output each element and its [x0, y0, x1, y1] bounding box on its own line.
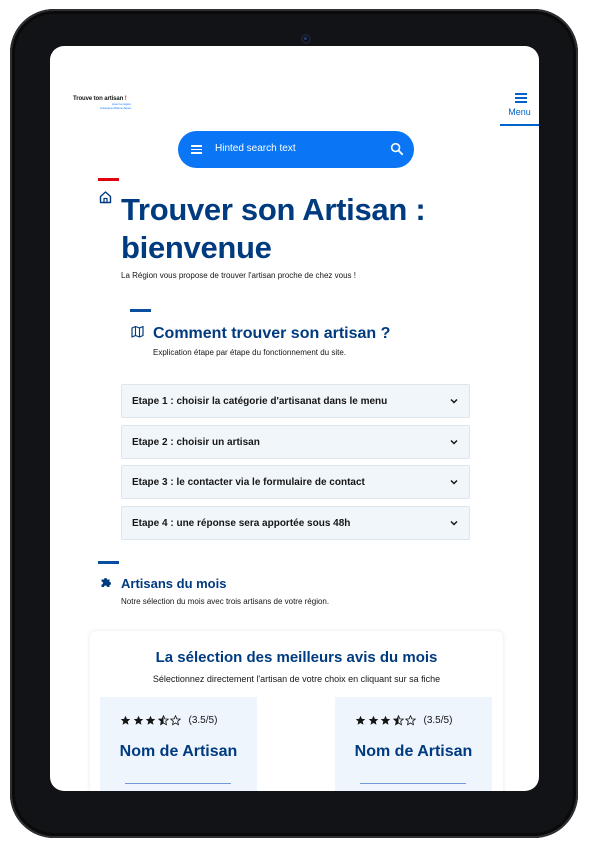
- hamburger-icon[interactable]: [191, 145, 202, 154]
- search-icon[interactable]: [390, 142, 404, 156]
- home-icon: [99, 191, 112, 204]
- accordion-label: Etape 4 : une réponse sera apportée sous…: [132, 518, 351, 529]
- divider: [360, 783, 466, 784]
- star-icon: [368, 715, 378, 725]
- star-icon: [120, 715, 131, 725]
- accordion-label: Etape 3 : le contacter via le formulaire…: [132, 477, 365, 488]
- logo-line-2: Auvergne-Rhône-Alpes: [99, 106, 131, 110]
- chevron-down-icon: [450, 520, 458, 526]
- accordion-label: Etape 2 : choisir un artisan: [132, 437, 260, 448]
- hamburger-icon: [515, 93, 527, 103]
- search-bar[interactable]: Hinted search text: [178, 131, 414, 168]
- section-accent: [98, 561, 119, 564]
- month-subtitle: Notre sélection du mois avec trois artis…: [121, 597, 330, 606]
- artisan-card[interactable]: (3.5/5) Nom de Artisan: [335, 697, 492, 791]
- rating-text: (3.5/5): [423, 714, 453, 726]
- star-icon: [355, 715, 366, 725]
- search-input[interactable]: Hinted search text: [215, 143, 296, 154]
- how-to-subtitle: Explication étape par étape du fonctionn…: [153, 348, 347, 357]
- map-icon: [131, 325, 144, 338]
- how-to-title: Comment trouver son artisan ?: [153, 325, 391, 342]
- menu-button[interactable]: Menu: [500, 89, 539, 126]
- screen: Trouve ton artisan ! Avec la région Auve…: [50, 46, 539, 791]
- chevron-down-icon: [450, 439, 458, 445]
- menu-label: Menu: [508, 107, 531, 117]
- puzzle-icon: [101, 578, 111, 587]
- reviews-subtitle: Sélectionnez directement l'artisan de vo…: [152, 674, 441, 684]
- star-icon: [145, 715, 156, 725]
- accordion-step-1[interactable]: Etape 1 : choisir la catégorie d'artisan…: [121, 384, 470, 418]
- star-rating: (3.5/5): [120, 714, 217, 726]
- accordion-step-2[interactable]: Etape 2 : choisir un artisan: [121, 425, 470, 459]
- star-icon: [133, 715, 143, 725]
- accordion-label: Etape 1 : choisir la catégorie d'artisan…: [132, 396, 388, 407]
- section-accent: [130, 309, 151, 312]
- accordion-step-4[interactable]: Etape 4 : une réponse sera apportée sous…: [121, 506, 470, 540]
- artisan-card[interactable]: (3.5/5) Nom de Artisan: [100, 697, 257, 791]
- artisan-name[interactable]: Nom de Artisan: [100, 743, 257, 761]
- reviews-title: La sélection des meilleurs avis du mois: [155, 649, 438, 666]
- divider: [125, 783, 231, 784]
- front-camera: [301, 34, 311, 44]
- rating-text: (3.5/5): [188, 714, 218, 726]
- star-outline-icon: [405, 714, 416, 726]
- reviews-panel: La sélection des meilleurs avis du mois …: [90, 631, 503, 791]
- star-half-icon: [392, 714, 404, 726]
- star-rating: (3.5/5): [355, 714, 452, 726]
- star-outline-icon: [170, 714, 181, 726]
- chevron-down-icon: [450, 479, 458, 485]
- page-subtitle: La Région vous propose de trouver l'arti…: [121, 271, 356, 280]
- artisan-name[interactable]: Nom de Artisan: [335, 743, 492, 761]
- chevron-down-icon: [450, 398, 458, 404]
- accordion-step-3[interactable]: Etape 3 : le contacter via le formulaire…: [121, 465, 470, 499]
- month-title: Artisans du mois: [121, 576, 227, 591]
- star-half-icon: [157, 714, 169, 726]
- star-icon: [380, 715, 391, 725]
- title-accent: [98, 178, 119, 181]
- page-title: Trouver son Artisan : bienvenue: [121, 192, 426, 265]
- site-logo[interactable]: Trouve ton artisan ! Avec la région Auve…: [73, 96, 133, 110]
